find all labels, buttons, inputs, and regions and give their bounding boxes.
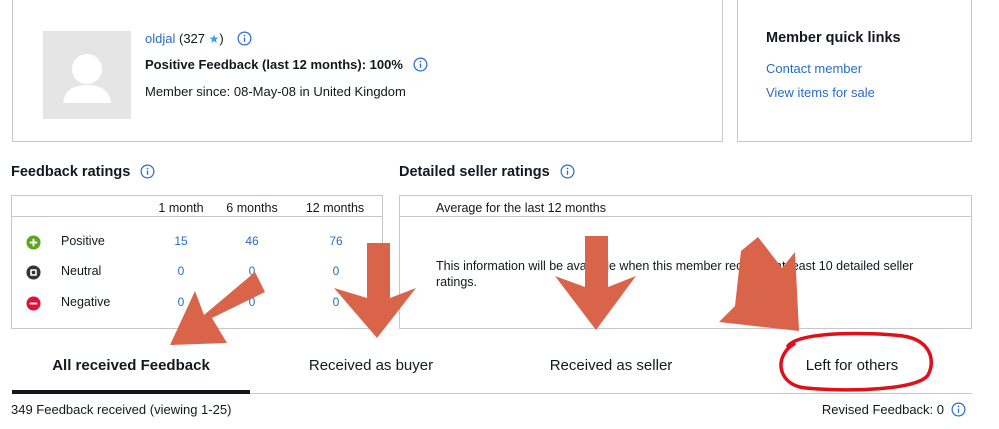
table-row-negative: Negative 0 0 0 [12, 294, 382, 314]
row-label: Negative [61, 295, 111, 309]
contact-member-link[interactable]: Contact member [766, 61, 862, 76]
table-divider [12, 216, 382, 217]
rating-value[interactable]: 0 [178, 264, 185, 278]
table-row-neutral: Neutral 0 0 0 [12, 263, 382, 283]
rating-value[interactable]: 15 [174, 234, 187, 248]
quick-links-title: Member quick links [766, 30, 901, 46]
rating-value[interactable]: 0 [249, 295, 256, 309]
panel-divider [400, 216, 971, 217]
info-icon[interactable] [951, 402, 966, 417]
avatar [43, 31, 131, 119]
info-icon[interactable] [237, 31, 252, 46]
detailed-ratings-panel: Average for the last 12 months This info… [399, 195, 972, 329]
tab-received-as-seller[interactable]: Received as seller [550, 357, 673, 374]
neutral-circle-icon [26, 265, 41, 280]
detailed-ratings-header: Average for the last 12 months [436, 201, 607, 215]
info-icon[interactable] [413, 57, 428, 72]
positive-feedback-text: Positive Feedback (last 12 months): 100% [145, 57, 403, 72]
row-label: Positive [61, 234, 105, 248]
rating-value[interactable]: 0 [249, 264, 256, 278]
feedback-ratings-title: Feedback ratings [11, 164, 155, 180]
username-link[interactable]: oldjal [145, 31, 175, 46]
profile-name-line: oldjal (327 ★) [145, 31, 252, 46]
rating-value[interactable]: 0 [333, 264, 340, 278]
column-header-1-month: 1 month [158, 201, 204, 215]
star-icon: ★ [208, 32, 220, 46]
detailed-ratings-message: This information will be available when … [436, 259, 914, 289]
user-placeholder-icon [63, 54, 111, 103]
detailed-ratings-title: Detailed seller ratings [399, 164, 575, 180]
feedback-score-close: ) [219, 31, 224, 46]
rating-value[interactable]: 0 [333, 295, 340, 309]
feedback-count: 349 Feedback received (viewing 1-25) [11, 402, 232, 417]
revised-feedback: Revised Feedback: 0 [821, 402, 944, 417]
plus-circle-icon [26, 235, 41, 250]
profile-card: oldjal (327 ★) Positive Feedback (last 1… [12, 0, 723, 142]
minus-circle-icon [26, 296, 41, 311]
column-header-12-months: 12 months [305, 201, 365, 215]
row-label: Neutral [61, 264, 102, 278]
tab-all-received[interactable]: All received Feedback [52, 357, 210, 374]
column-header-6-months: 6 months [226, 201, 278, 215]
info-icon[interactable] [560, 164, 575, 179]
info-icon[interactable] [140, 164, 155, 179]
rating-value[interactable]: 0 [178, 295, 185, 309]
tab-received-as-buyer[interactable]: Received as buyer [309, 357, 433, 374]
member-since: Member since: 08-May-08 in United Kingdo… [145, 84, 406, 99]
tab-left-for-others[interactable]: Left for others [806, 357, 899, 374]
view-items-link[interactable]: View items for sale [766, 85, 875, 100]
feedback-score: (327 [178, 31, 206, 46]
feedback-ratings-title-text: Feedback ratings [11, 164, 131, 180]
rating-value[interactable]: 46 [245, 234, 258, 248]
detailed-ratings-title-text: Detailed seller ratings [399, 164, 550, 180]
feedback-ratings-table: 1 month 6 months 12 months Positive 15 4… [11, 195, 383, 329]
rating-value[interactable]: 76 [329, 234, 342, 248]
quick-links-card: Member quick links Contact member View i… [737, 0, 972, 142]
table-row-positive: Positive 15 46 76 [12, 233, 382, 253]
active-tab-indicator [12, 390, 250, 394]
positive-feedback-line: Positive Feedback (last 12 months): 100% [145, 57, 428, 72]
